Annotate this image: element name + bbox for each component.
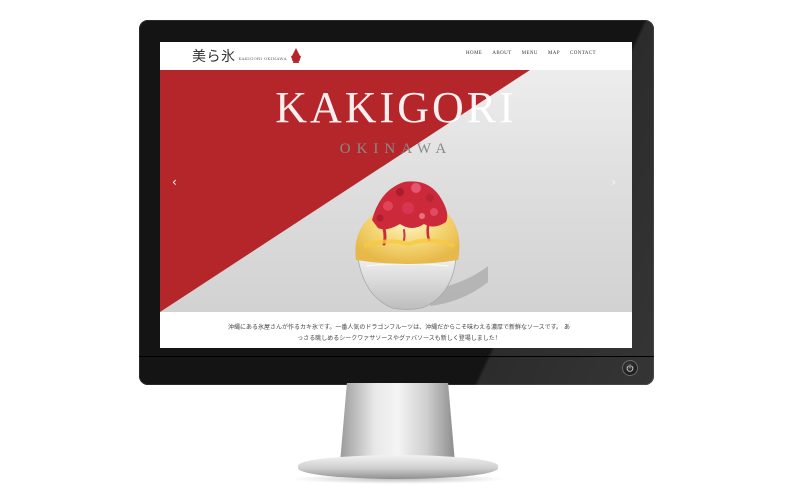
monitor-stand-neck — [340, 383, 455, 463]
site-logo[interactable]: 美ら氷 KAKIGORI OKINAWA — [192, 46, 303, 66]
website-screen: 美ら氷 KAKIGORI OKINAWA HOME ABOUT MENU MAP… — [160, 42, 632, 348]
main-nav: HOME ABOUT MENU MAP CONTACT — [466, 51, 596, 56]
nav-menu[interactable]: MENU — [522, 51, 538, 56]
logo-subtext: KAKIGORI OKINAWA — [238, 55, 287, 61]
nav-contact[interactable]: CONTACT — [570, 51, 596, 56]
logo-text: 美ら氷 — [192, 49, 236, 65]
hero-caption: 沖縄にある氷屋さんが作るカキ氷です。一番人気のドラゴンフルーツは、沖縄だからこそ… — [160, 312, 632, 348]
nav-about[interactable]: ABOUT — [492, 51, 511, 56]
nav-home[interactable]: HOME — [466, 51, 482, 56]
monitor-stand-base — [298, 455, 498, 479]
hero-title: KAKIGORI — [275, 83, 517, 132]
kakigori-image — [355, 181, 488, 310]
kakigori-bowl-icon — [290, 48, 301, 63]
nav-map[interactable]: MAP — [548, 51, 560, 56]
slider-prev-arrow[interactable]: ‹ — [172, 175, 177, 189]
site-header: 美ら氷 KAKIGORI OKINAWA HOME ABOUT MENU MAP… — [160, 42, 632, 70]
slider-next-arrow[interactable]: › — [611, 175, 616, 189]
caption-text: 沖縄にある氷屋さんが作るカキ氷です。一番人気のドラゴンフルーツは、沖縄だからこそ… — [228, 324, 570, 342]
monitor-chin-divider — [139, 356, 654, 357]
hero-subtitle: OKINAWA — [339, 141, 453, 157]
power-icon[interactable] — [622, 360, 638, 376]
hero-slider: KAKIGORI OKINAWA ‹ › — [160, 70, 632, 312]
